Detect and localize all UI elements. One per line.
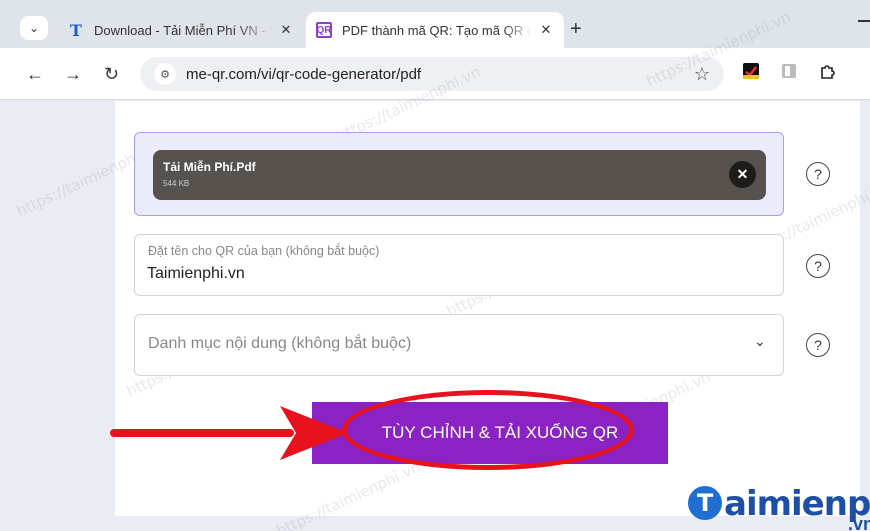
- tab-download[interactable]: T Download - Tải Miễn Phí VN - P ✕: [58, 12, 304, 48]
- qr-name-input[interactable]: Taimienphi.vn: [147, 265, 245, 283]
- browser-toolbar: ← → ↻ ⚙ me-qr.com/vi/qr-code-generator/p…: [0, 48, 870, 100]
- reader-extension-icon[interactable]: [781, 63, 797, 79]
- tab-strip: ⌄ T Download - Tải Miễn Phí VN - P ✕ QR …: [0, 0, 870, 48]
- forward-icon[interactable]: →: [64, 64, 82, 85]
- remove-file-button[interactable]: ✕: [729, 161, 756, 188]
- back-icon[interactable]: ←: [26, 64, 44, 85]
- tab-title: PDF thành mã QR: Tạo mã QR c: [342, 22, 532, 38]
- logo-initial: T: [688, 486, 722, 520]
- extension-icon[interactable]: [743, 63, 759, 79]
- url-text[interactable]: me-qr.com/vi/qr-code-generator/pdf: [186, 66, 694, 83]
- logo-suffix: .vn: [848, 514, 870, 531]
- site-settings-icon[interactable]: ⚙: [154, 63, 176, 85]
- help-icon[interactable]: ?: [806, 333, 830, 357]
- tab-pdf-to-qr[interactable]: QR PDF thành mã QR: Tạo mã QR c ✕: [306, 12, 564, 48]
- qr-name-label: Đặt tên cho QR của bạn (không bắt buộc): [148, 244, 380, 258]
- chevron-down-icon[interactable]: ⌄: [754, 333, 766, 350]
- help-icon[interactable]: ?: [806, 254, 830, 278]
- close-icon[interactable]: ✕: [278, 22, 294, 38]
- file-name: Tải Miễn Phí.Pdf: [163, 160, 256, 174]
- tab-search-button[interactable]: ⌄: [20, 16, 48, 40]
- close-icon[interactable]: ✕: [538, 22, 554, 38]
- red-arrow-icon: [110, 406, 348, 460]
- highlight-ellipse: [342, 390, 634, 470]
- minimize-icon[interactable]: [858, 20, 870, 22]
- new-tab-button[interactable]: +: [570, 18, 582, 41]
- qr-favicon-icon: QR: [316, 22, 332, 38]
- address-bar[interactable]: ⚙ me-qr.com/vi/qr-code-generator/pdf ☆: [140, 57, 724, 91]
- uploaded-file-chip: [153, 150, 766, 200]
- bookmark-star-icon[interactable]: ☆: [694, 64, 710, 85]
- taimienphi-favicon-icon: T: [70, 20, 82, 40]
- extensions-puzzle-icon[interactable]: [819, 63, 835, 79]
- category-placeholder: Danh mục nội dung (không bắt buộc): [148, 335, 412, 352]
- tab-title: Download - Tải Miễn Phí VN - P: [94, 22, 272, 38]
- file-size: 544 KB: [163, 179, 190, 188]
- help-icon[interactable]: ?: [806, 162, 830, 186]
- chevron-down-icon: ⌄: [28, 21, 40, 35]
- reload-icon[interactable]: ↻: [104, 64, 119, 85]
